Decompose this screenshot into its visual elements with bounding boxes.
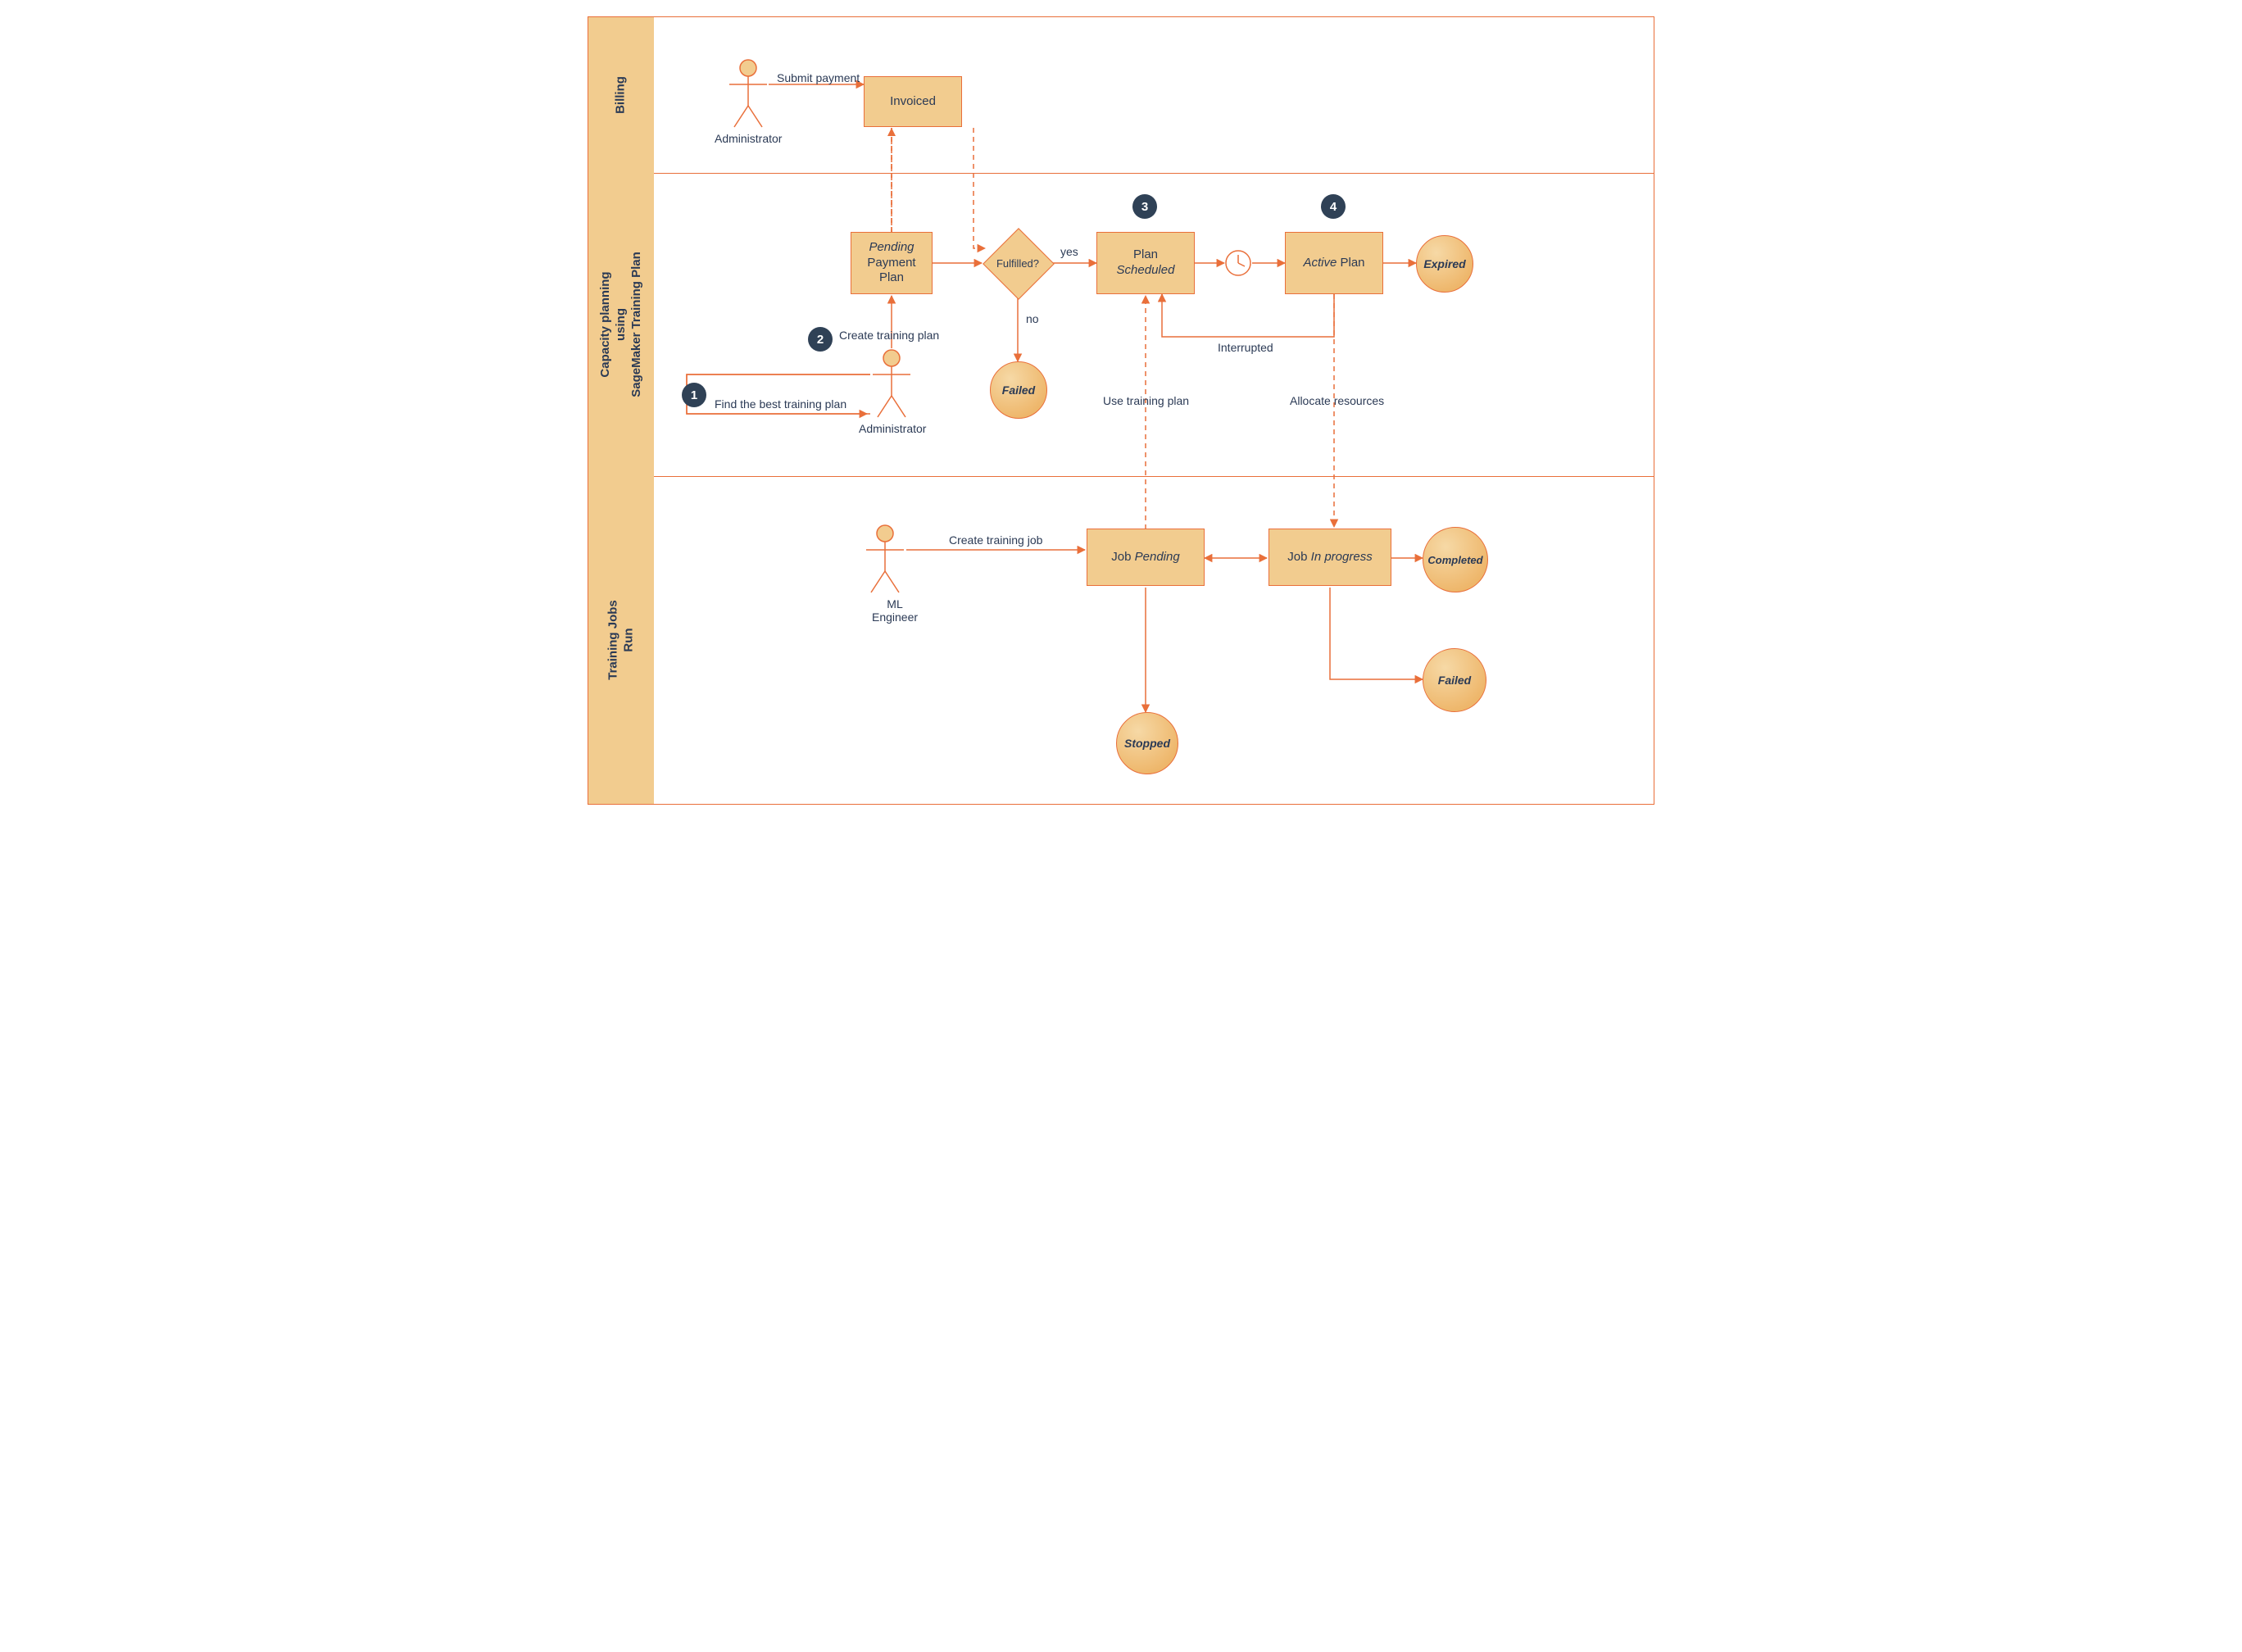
label-yes: yes: [1060, 245, 1078, 258]
lane-divider-1: [654, 173, 1654, 174]
terminal-completed: Completed: [1423, 527, 1488, 592]
actor-label-admin-billing: Administrator: [715, 132, 782, 145]
label-create-job: Create training job: [949, 533, 1042, 547]
terminal-job-failed: Failed: [1423, 648, 1486, 712]
state-plan-scheduled: PlanScheduled: [1096, 232, 1195, 294]
state-pending-payment-plan: PendingPaymentPlan: [851, 232, 933, 294]
state-active-plan: Active Plan: [1285, 232, 1383, 294]
lane-jobs-label: Training JobsRun: [588, 476, 654, 804]
state-invoiced: Invoiced: [864, 76, 962, 127]
actor-admin-capacity: [873, 350, 910, 417]
label-no: no: [1026, 312, 1039, 325]
lane-capacity-label: Capacity planningusingSageMaker Training…: [588, 173, 654, 476]
terminal-stopped: Stopped: [1116, 712, 1178, 774]
swimlane-diagram: Billing Capacity planningusingSageMaker …: [588, 16, 1654, 805]
label-find-best: Find the best training plan: [715, 397, 846, 411]
lane-capacity-text: Capacity planningusingSageMaker Training…: [598, 218, 644, 431]
terminal-expired: Expired: [1416, 235, 1473, 293]
label-create-plan: Create training plan: [839, 329, 939, 342]
actor-ml-engineer: [866, 525, 904, 592]
label-interrupted: Interrupted: [1218, 341, 1273, 354]
terminal-plan-failed: Failed: [990, 361, 1047, 419]
label-allocate: Allocate resources: [1290, 394, 1384, 407]
step-badge-1: 1: [682, 383, 706, 407]
step-badge-4: 4: [1321, 194, 1346, 219]
step-badge-3: 3: [1132, 194, 1157, 219]
lane-divider-2: [654, 476, 1654, 477]
state-job-in-progress: Job In progress: [1268, 529, 1391, 586]
decision-fulfilled: Fulfilled?: [983, 229, 1052, 297]
label-submit-payment: Submit payment: [777, 71, 860, 84]
lane-label-column: Billing Capacity planningusingSageMaker …: [588, 17, 654, 804]
lane-billing-text: Billing: [614, 76, 629, 114]
lane-billing-label: Billing: [588, 17, 654, 173]
actor-label-admin-capacity: Administrator: [859, 422, 926, 435]
actor-admin-billing: [729, 60, 767, 127]
state-job-pending: Job Pending: [1087, 529, 1205, 586]
label-use-plan: Use training plan: [1103, 394, 1189, 407]
lane-jobs-text: Training JobsRun: [606, 574, 637, 706]
step-badge-2: 2: [808, 327, 833, 352]
actor-label-ml-engineer: MLEngineer: [872, 597, 918, 624]
